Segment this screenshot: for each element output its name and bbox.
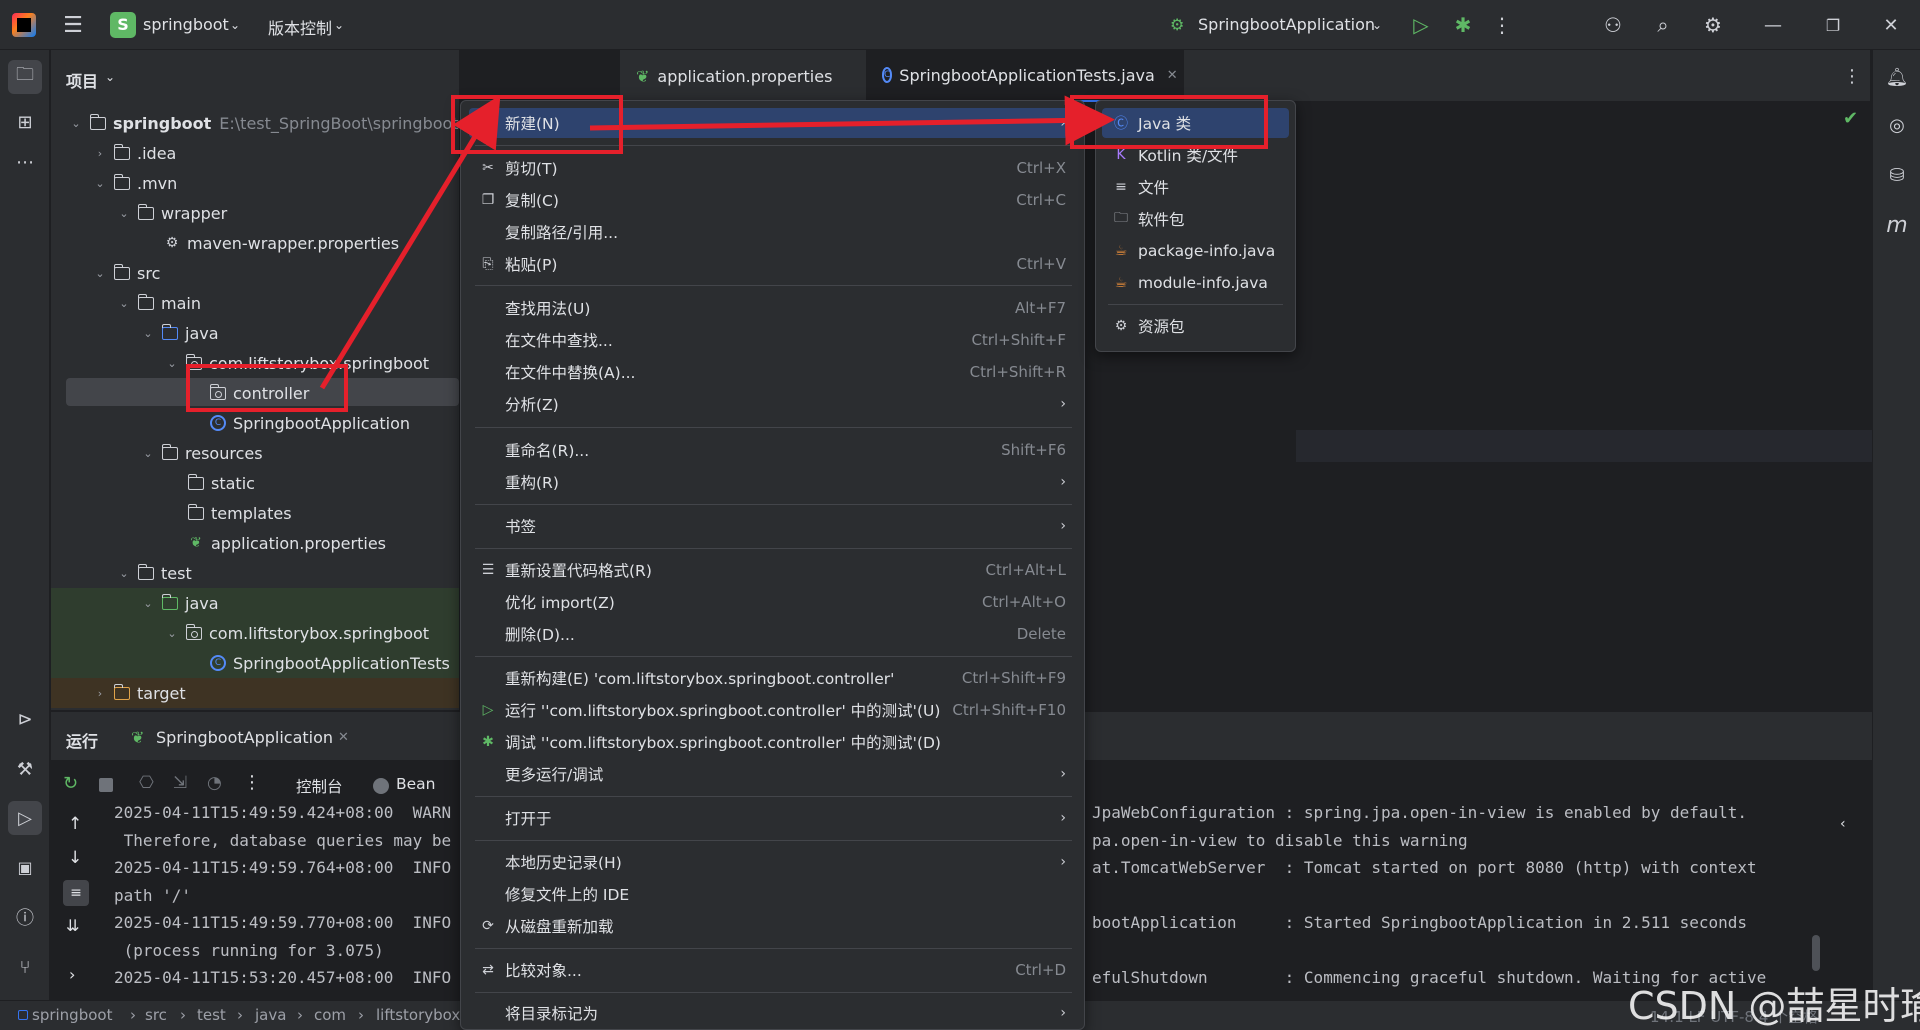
annotation-arrows (319, 94, 1115, 390)
arrow-new-to-java-class (589, 95, 1115, 146)
csdn-watermark: CSDN @喆星时瑜 (1628, 984, 1920, 1028)
arrow-controller-to-new (319, 94, 501, 390)
